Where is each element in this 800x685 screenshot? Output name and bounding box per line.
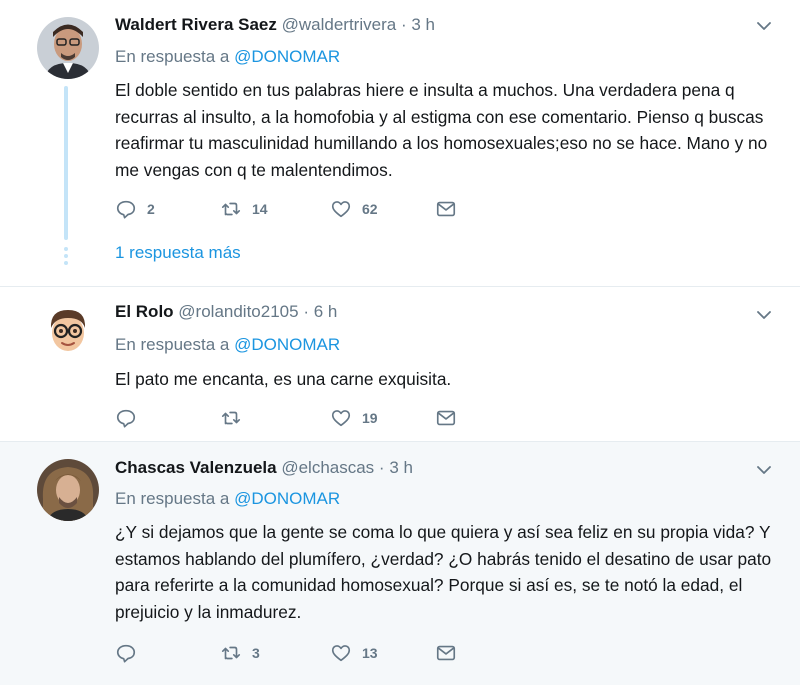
reply-icon (116, 409, 136, 428)
reply-mention-link[interactable]: @DONOMAR (234, 47, 340, 66)
avatar[interactable] (42, 304, 94, 356)
avatar[interactable] (37, 459, 99, 521)
tweet-el-rolo[interactable]: El Rolo @rolandito2105 · 6 h En respuest… (0, 287, 800, 442)
like-button[interactable]: 19 (330, 406, 378, 430)
reply-prefix: En respuesta a (115, 489, 230, 508)
tweet-chascas[interactable]: Chascas Valenzuela @elchascas · 3 h En r… (0, 442, 800, 685)
retweet-button[interactable]: 14 (220, 197, 268, 221)
chevron-down-icon[interactable] (756, 307, 772, 323)
message-button[interactable] (435, 641, 457, 665)
tweet-text: El pato me encanta, es una carne exquisi… (115, 369, 452, 389)
tweet-text: El doble sentido en tus palabras hiere e… (115, 80, 768, 180)
heart-icon (331, 201, 351, 218)
message-button[interactable] (435, 406, 457, 430)
avatar[interactable] (37, 17, 99, 79)
retweet-count: 3 (252, 645, 260, 661)
reply-prefix: En respuesta a (115, 47, 230, 66)
like-count: 62 (362, 201, 378, 217)
heart-icon (331, 410, 351, 427)
reply-context: En respuesta a @DONOMAR (115, 489, 340, 509)
heart-icon (331, 645, 351, 662)
display-name[interactable]: Waldert Rivera Saez (115, 15, 277, 34)
timestamp[interactable]: 6 h (314, 302, 338, 321)
chevron-down-icon[interactable] (756, 18, 772, 34)
separator: · (400, 15, 407, 34)
timestamp[interactable]: 3 h (411, 15, 435, 34)
like-button[interactable]: 13 (330, 641, 378, 665)
tweet-waldert[interactable]: Waldert Rivera Saez @waldertrivera · 3 h… (0, 0, 800, 287)
retweet-icon (221, 646, 241, 660)
like-count: 13 (362, 645, 378, 661)
separator: · (378, 458, 385, 477)
reply-icon (116, 644, 136, 663)
separator: · (303, 302, 309, 321)
username[interactable]: @elchascas (281, 458, 374, 477)
reply-mention-link[interactable]: @DONOMAR (234, 335, 340, 354)
reply-context: En respuesta a @DONOMAR (115, 47, 340, 67)
reply-button[interactable] (115, 406, 147, 430)
envelope-icon (436, 410, 456, 426)
retweet-button[interactable] (220, 406, 252, 430)
tweet-header: Waldert Rivera Saez @waldertrivera · 3 h (115, 15, 435, 35)
reply-button[interactable] (115, 641, 147, 665)
thread-line (64, 86, 68, 240)
display-name[interactable]: El Rolo (115, 302, 174, 321)
like-button[interactable]: 62 (330, 197, 378, 221)
username[interactable]: @rolandito2105 (178, 302, 298, 321)
reply-prefix: En respuesta a (115, 335, 230, 354)
thread-dots (64, 247, 68, 268)
retweet-button[interactable]: 3 (220, 641, 260, 665)
reply-button[interactable]: 2 (115, 197, 155, 221)
tweet-text: ¿Y si dejamos que la gente se coma lo qu… (115, 522, 772, 622)
tweet-header: El Rolo @rolandito2105 · 6 h (115, 302, 337, 322)
timestamp[interactable]: 3 h (389, 458, 413, 477)
envelope-icon (436, 645, 456, 661)
reply-icon (116, 200, 136, 219)
reply-mention-link[interactable]: @DONOMAR (234, 489, 340, 508)
envelope-icon (436, 201, 456, 217)
retweet-icon (221, 411, 241, 425)
retweet-icon (221, 202, 241, 216)
like-count: 19 (362, 410, 378, 426)
reply-context: En respuesta a @DONOMAR (115, 335, 340, 355)
message-button[interactable] (435, 197, 457, 221)
reply-count: 2 (147, 201, 155, 217)
retweet-count: 14 (252, 201, 268, 217)
more-replies-link[interactable]: 1 respuesta más (115, 243, 241, 263)
chevron-down-icon[interactable] (756, 462, 772, 478)
display-name[interactable]: Chascas Valenzuela (115, 458, 277, 477)
tweet-header: Chascas Valenzuela @elchascas · 3 h (115, 458, 413, 478)
username[interactable]: @waldertrivera (282, 15, 397, 34)
